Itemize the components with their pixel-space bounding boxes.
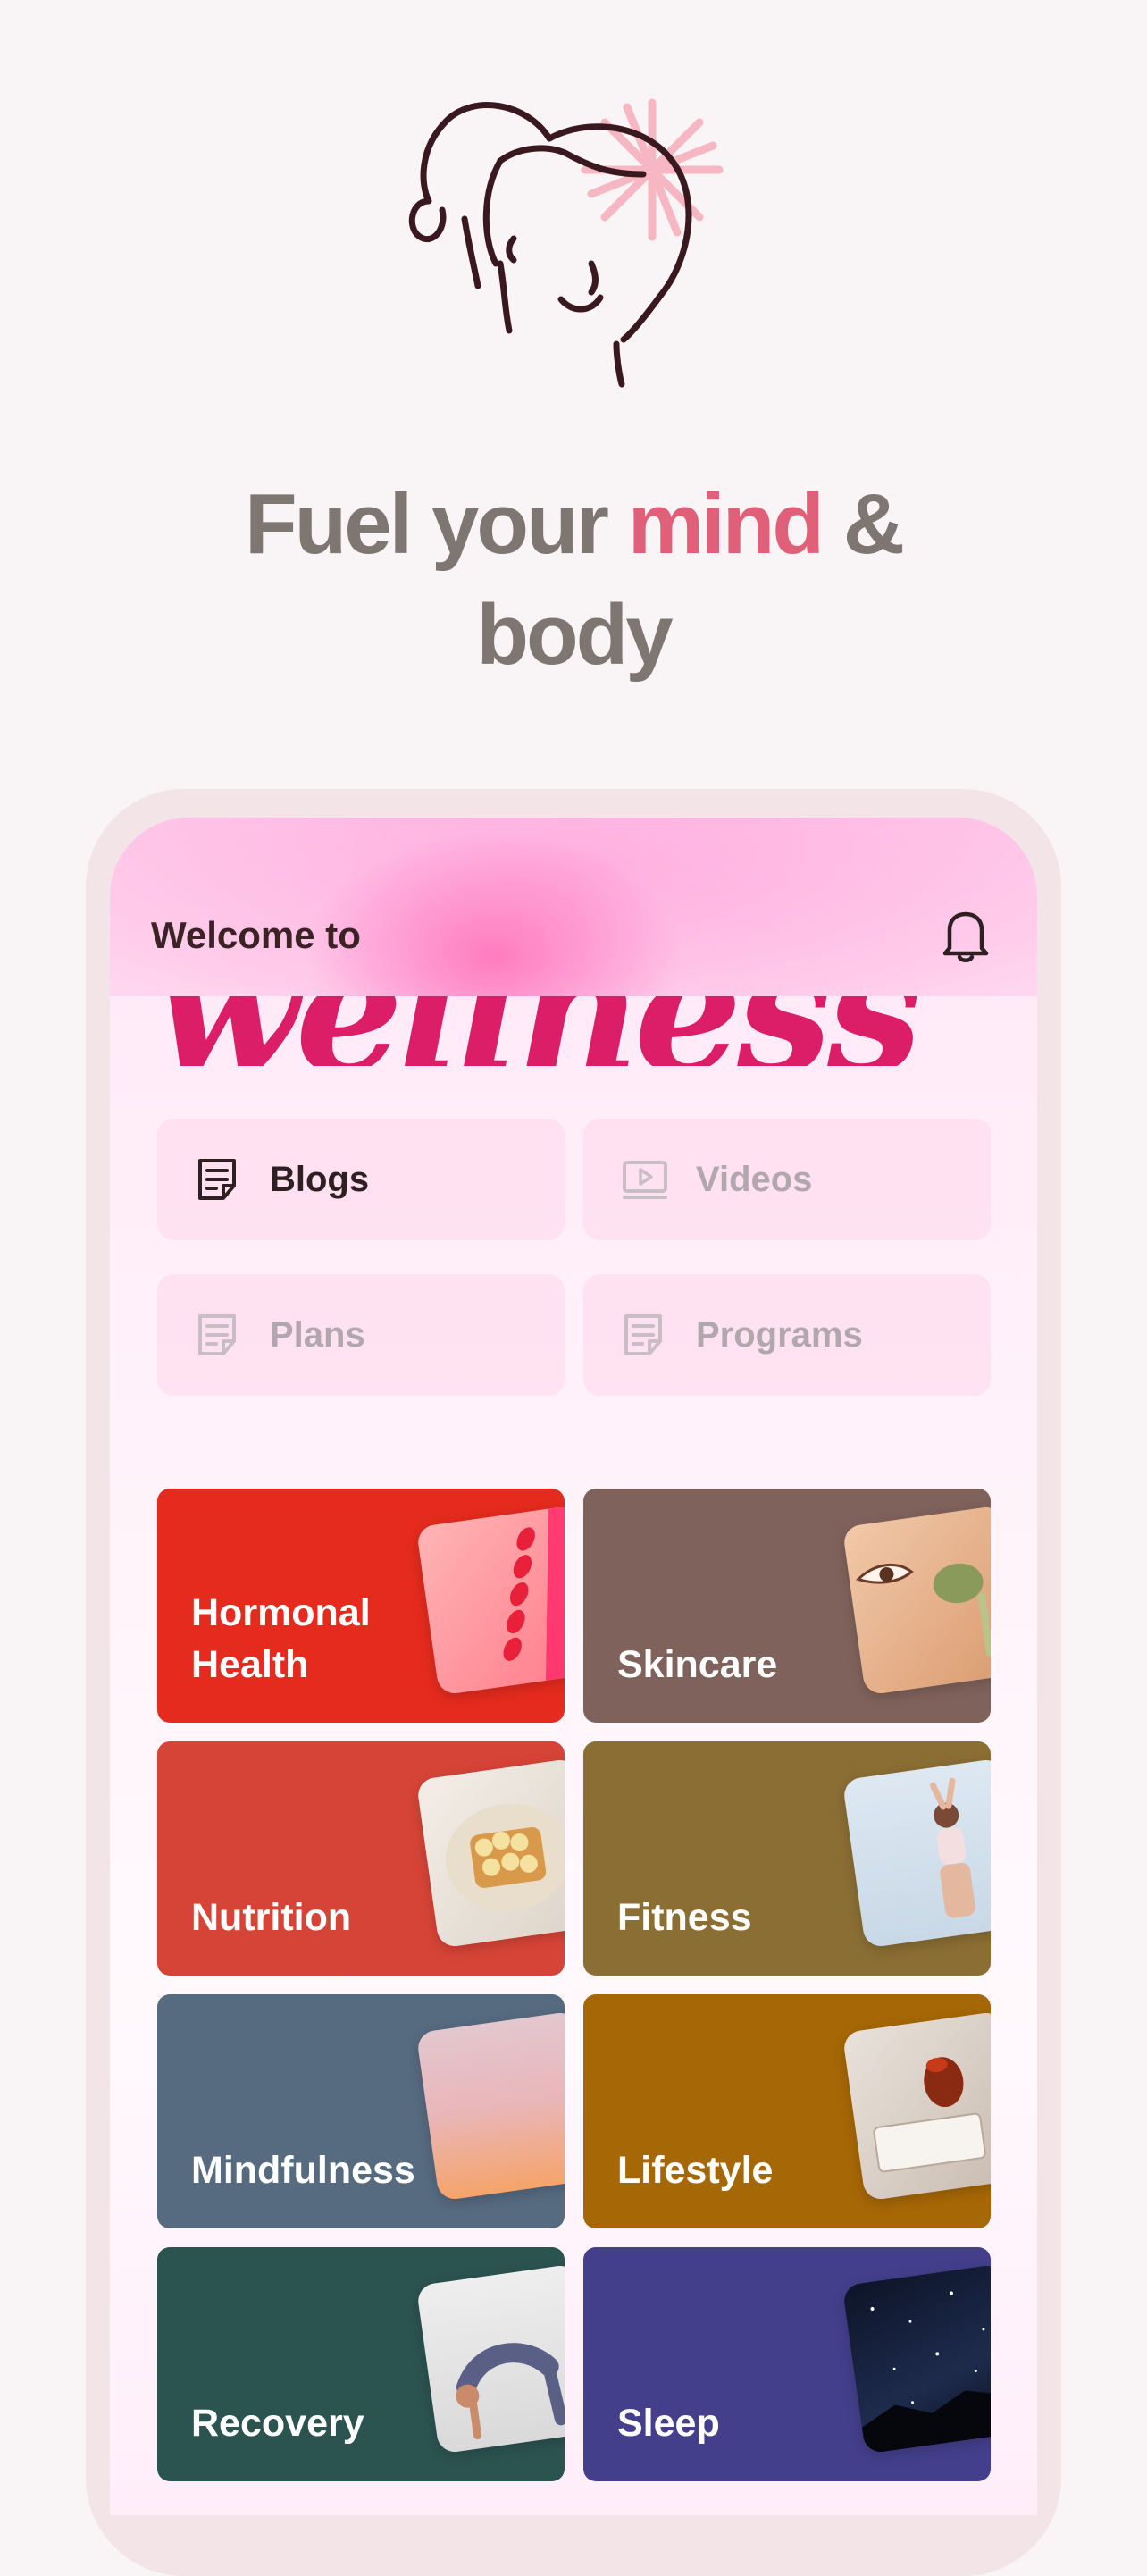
- tab-programs[interactable]: Programs: [583, 1274, 991, 1396]
- tab-plans-label: Plans: [270, 1314, 365, 1355]
- category-nutrition[interactable]: Nutrition: [157, 1741, 565, 1976]
- document-icon: [624, 1314, 662, 1355]
- category-label: Hormonal Health: [191, 1591, 371, 1686]
- headline-part1: Fuel your: [244, 476, 628, 572]
- category-label: Nutrition: [191, 1896, 352, 1939]
- tab-programs-label: Programs: [696, 1314, 863, 1355]
- welcome-text: Welcome to: [151, 914, 361, 956]
- category-hormonal-health[interactable]: Hormonal Health: [157, 1489, 565, 1723]
- headline-part2: &: [822, 476, 905, 572]
- category-sleep[interactable]: Sleep: [583, 2247, 991, 2481]
- category-label: Skincare: [617, 1643, 778, 1686]
- category-label: Lifestyle: [617, 2149, 774, 2192]
- brand-logo-script: wellness: [155, 996, 1037, 1066]
- tab-blogs[interactable]: Blogs: [157, 1119, 565, 1240]
- headline: Fuel your mind & body: [0, 469, 1147, 691]
- category-recovery[interactable]: Recovery: [157, 2247, 565, 2481]
- category-fitness[interactable]: Fitness: [583, 1741, 991, 1976]
- category-lifestyle[interactable]: Lifestyle: [583, 1994, 991, 2228]
- tab-videos[interactable]: Videos: [583, 1119, 991, 1240]
- document-icon: [198, 1314, 236, 1355]
- video-icon: [623, 1161, 667, 1199]
- brand-name: wellness: [155, 996, 923, 1066]
- category-mindfulness[interactable]: Mindfulness: [157, 1994, 565, 2228]
- tab-blogs-label: Blogs: [270, 1159, 370, 1199]
- headline-accent: mind: [627, 476, 825, 572]
- tab-plans[interactable]: Plans: [157, 1274, 565, 1396]
- tab-videos-label: Videos: [696, 1159, 813, 1199]
- category-label: Mindfulness: [191, 2149, 415, 2192]
- category-label: Recovery: [191, 2402, 364, 2445]
- app-screen: Welcome to wellness Blogs Videos: [110, 818, 1037, 2515]
- category-label: Fitness: [617, 1896, 752, 1939]
- category-skincare[interactable]: Skincare: [583, 1489, 991, 1723]
- woman-face-illustration: [408, 98, 724, 388]
- category-label: Sleep: [617, 2402, 720, 2445]
- app-header: Welcome to: [110, 818, 1037, 996]
- headline-line2: body: [476, 587, 673, 683]
- bell-icon[interactable]: [941, 907, 991, 964]
- document-icon: [198, 1159, 236, 1200]
